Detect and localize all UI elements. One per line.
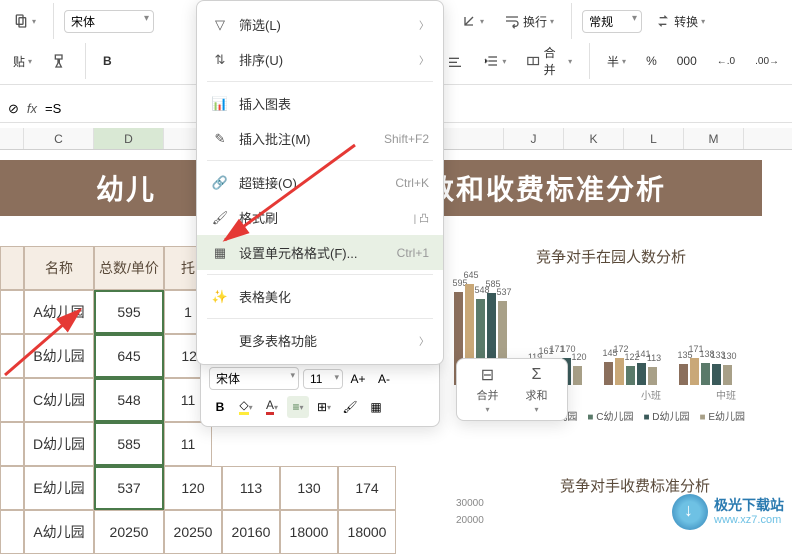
row-header[interactable] <box>0 334 24 378</box>
table-cell[interactable]: 645 <box>94 334 164 378</box>
convert-button[interactable]: 转换▾ <box>648 9 712 34</box>
indent-button[interactable]: ▾ <box>476 49 513 73</box>
merge-button[interactable]: ⊟ 合并▾ <box>463 365 512 414</box>
row-header[interactable] <box>0 510 24 554</box>
mini-merge-button[interactable]: ▦ <box>365 396 387 418</box>
menu-beautify[interactable]: ✨表格美化 <box>197 279 443 314</box>
table-cell[interactable]: 130 <box>280 466 338 510</box>
bold-button[interactable]: B <box>96 50 119 72</box>
mini-fill-color-button[interactable]: ◇▾ <box>235 396 257 418</box>
chart-2-title: 竞争对手收费标准分析 <box>560 475 710 496</box>
col-i[interactable] <box>444 128 504 149</box>
merge-icon: ⊟ <box>476 365 500 385</box>
wrap-text-button[interactable]: 换行▾ <box>497 9 561 34</box>
table-cell[interactable]: 20250 <box>94 510 164 554</box>
table-cell[interactable]: 585 <box>94 422 164 466</box>
table-cell[interactable]: C幼儿园 <box>24 378 94 422</box>
font-family-select[interactable]: 宋体 <box>64 10 154 33</box>
table-cell[interactable]: 18000 <box>280 510 338 554</box>
col-l[interactable]: L <box>624 128 684 149</box>
mini-format-painter-button[interactable]: 🖌 <box>339 396 361 418</box>
font-smaller-button[interactable]: A- <box>373 368 395 390</box>
decrease-decimal-button[interactable]: ←.0 <box>710 52 742 71</box>
menu-format-painter[interactable]: 🖌格式刷| 凸 <box>197 200 443 235</box>
row-header[interactable] <box>0 422 24 466</box>
paste-button[interactable]: 贴▾ <box>6 49 39 74</box>
table-header: 名称 <box>24 246 94 290</box>
table-cell[interactable]: 11 <box>164 422 212 466</box>
menu-hyperlink[interactable]: 🔗超链接(O)Ctrl+K <box>197 165 443 200</box>
grid-icon: ▦ <box>211 244 229 262</box>
menu-insert-comment[interactable]: ✎插入批注(M)Shift+F2 <box>197 121 443 156</box>
mini-toolbar: 宋体 11 A+ A- B ◇▾ A▾ ≡▾ ⊞▾ 🖌 ▦ <box>200 358 440 427</box>
format-painter-button[interactable] <box>45 49 75 73</box>
merge-cells-button[interactable]: 合并▾ <box>519 40 579 82</box>
row-header[interactable] <box>0 246 24 290</box>
mini-font-select[interactable]: 宋体 <box>209 367 299 390</box>
table-cell[interactable]: 18000 <box>338 510 396 554</box>
paint-icon: 🖌 <box>211 209 229 227</box>
col-corner[interactable] <box>0 128 24 149</box>
col-m[interactable]: M <box>684 128 744 149</box>
table-cell[interactable]: 20160 <box>222 510 280 554</box>
watermark: 极光下载站 www.xz7.com <box>672 494 784 530</box>
mini-align-button[interactable]: ≡▾ <box>287 396 309 418</box>
table-cell[interactable]: 174 <box>338 466 396 510</box>
row-header[interactable] <box>0 466 24 510</box>
filter-icon: ▽ <box>211 16 229 34</box>
x-tick: 小班 <box>641 387 661 402</box>
context-menu: ▽筛选(L)〉 ⇅排序(U)〉 📊插入图表 ✎插入批注(M)Shift+F2 🔗… <box>196 0 444 365</box>
menu-cell-format[interactable]: ▦设置单元格格式(F)...Ctrl+1 <box>197 235 443 270</box>
thousands-button[interactable]: 000 <box>670 50 704 72</box>
valign-bot-button[interactable] <box>440 49 470 73</box>
comment-icon: ✎ <box>211 130 229 148</box>
menu-sort[interactable]: ⇅排序(U)〉 <box>197 42 443 77</box>
table-cell[interactable]: 113 <box>222 466 280 510</box>
row-header[interactable] <box>0 290 24 334</box>
table-cell[interactable]: 120 <box>164 466 222 510</box>
sum-button[interactable]: Σ 求和▾ <box>512 365 561 414</box>
table-header: 总数/单价 <box>94 246 164 290</box>
sparkle-icon: ✨ <box>211 288 229 306</box>
table-cell[interactable]: D幼儿园 <box>24 422 94 466</box>
table-cell[interactable]: E幼儿园 <box>24 466 94 510</box>
table-cell[interactable]: B幼儿园 <box>24 334 94 378</box>
col-c[interactable]: C <box>24 128 94 149</box>
row-header[interactable] <box>0 378 24 422</box>
col-j[interactable]: J <box>504 128 564 149</box>
link-icon: 🔗 <box>211 174 229 192</box>
col-d[interactable]: D <box>94 128 164 149</box>
sort-icon: ⇅ <box>211 51 229 69</box>
fx-label[interactable]: fx <box>27 101 37 116</box>
x-tick: 中班 <box>716 387 736 402</box>
mini-border-button[interactable]: ⊞▾ <box>313 396 335 418</box>
number-format-select[interactable]: 常规 <box>582 10 642 33</box>
table-cell[interactable]: 595 <box>94 290 164 334</box>
cancel-formula-icon[interactable]: ⊘ <box>8 101 19 117</box>
table-cell[interactable]: 20250 <box>164 510 222 554</box>
copy-format-button[interactable]: ▾ <box>6 9 43 33</box>
table-cell[interactable]: A幼儿园 <box>24 510 94 554</box>
merge-sum-toolbar: ⊟ 合并▾ Σ 求和▾ <box>456 358 568 421</box>
menu-more[interactable]: 更多表格功能〉 <box>197 323 443 358</box>
chart-2-yaxis: 30000 20000 <box>456 498 484 526</box>
table-cell[interactable]: 537 <box>94 466 164 510</box>
currency-button[interactable]: 半▾ <box>600 49 633 74</box>
chart-icon: 📊 <box>211 95 229 113</box>
menu-filter[interactable]: ▽筛选(L)〉 <box>197 7 443 42</box>
percent-button[interactable]: % <box>639 50 664 72</box>
col-k[interactable]: K <box>564 128 624 149</box>
increase-decimal-button[interactable]: .00→ <box>748 52 786 71</box>
sigma-icon: Σ <box>525 365 549 385</box>
chart-title: 竞争对手在园人数分析 <box>450 246 772 267</box>
menu-insert-chart[interactable]: 📊插入图表 <box>197 86 443 121</box>
font-larger-button[interactable]: A+ <box>347 368 369 390</box>
mini-size-select[interactable]: 11 <box>303 369 343 389</box>
table-cell[interactable]: 548 <box>94 378 164 422</box>
mini-bold-button[interactable]: B <box>209 396 231 418</box>
mini-font-color-button[interactable]: A▾ <box>261 396 283 418</box>
table-cell[interactable]: A幼儿园 <box>24 290 94 334</box>
orientation-button[interactable]: ▾ <box>454 9 491 33</box>
watermark-logo-icon <box>672 494 708 530</box>
